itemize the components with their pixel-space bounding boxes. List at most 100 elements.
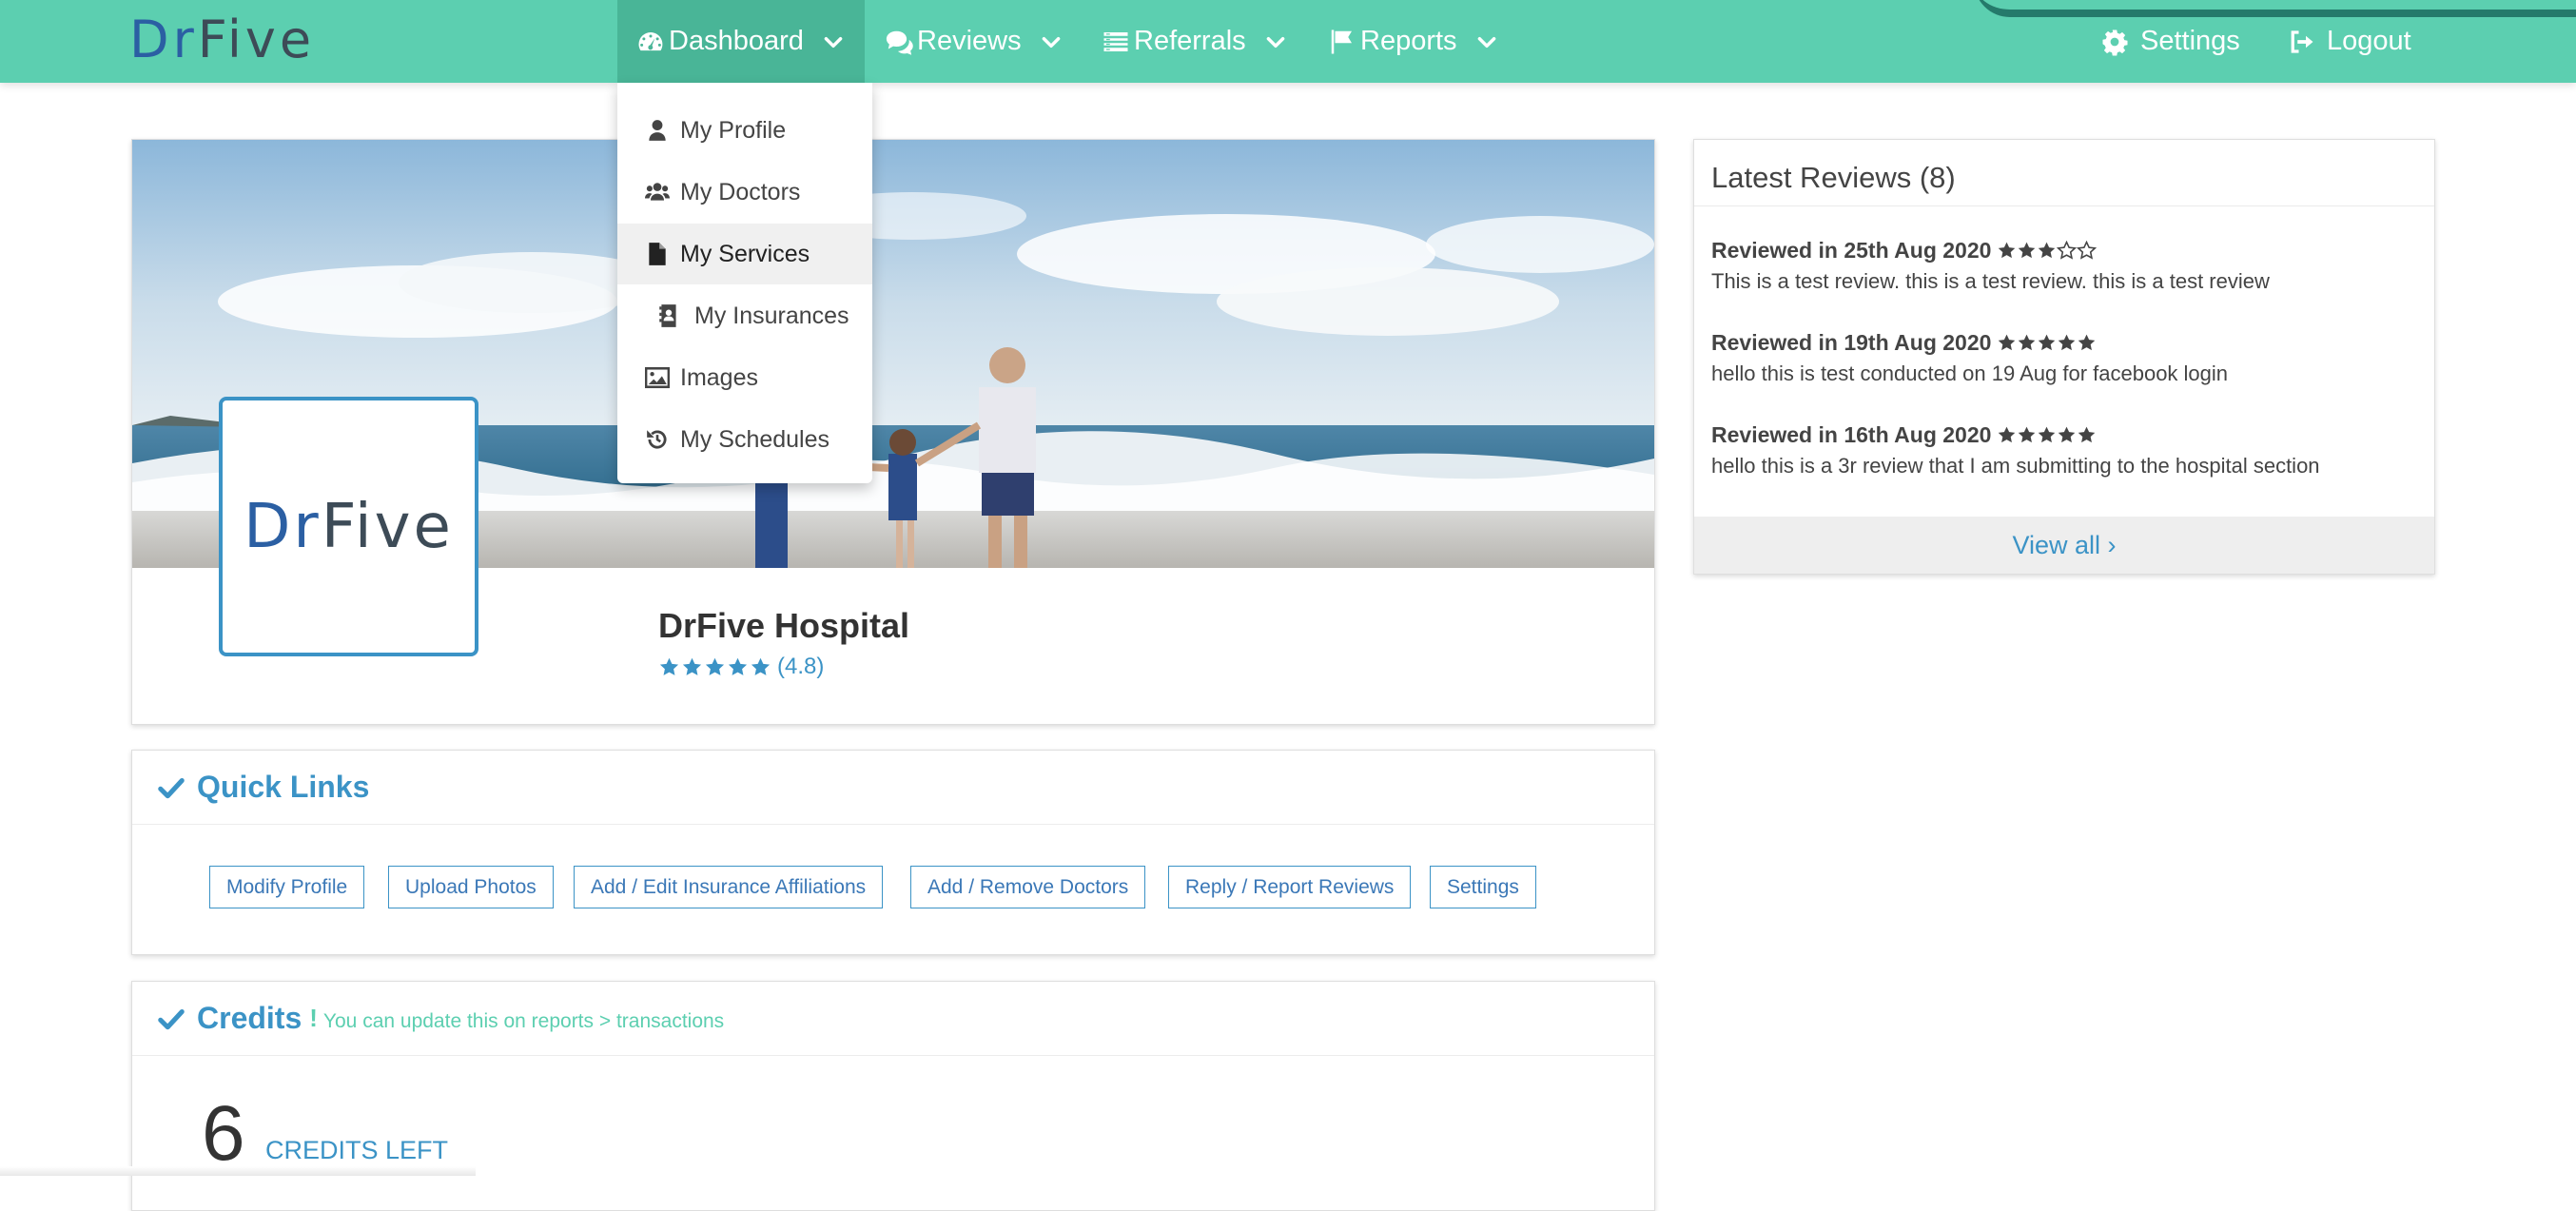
dashboard-icon bbox=[636, 28, 665, 56]
menu-item-my-profile[interactable]: My Profile bbox=[617, 100, 872, 161]
settings-button[interactable]: Settings bbox=[1430, 866, 1536, 908]
edit-insurance-affiliations-button[interactable]: Add / Edit Insurance Affiliations bbox=[574, 866, 884, 908]
review-stars bbox=[1997, 333, 2097, 353]
quick-links-title: Quick Links bbox=[197, 770, 370, 804]
chevron-down-icon bbox=[1039, 29, 1064, 54]
check-icon bbox=[157, 1005, 185, 1033]
credits-exclamation: ! bbox=[309, 1004, 318, 1032]
star-filled-icon bbox=[2059, 426, 2076, 443]
quick-links-card: Quick Links Modify Profile Upload Photos… bbox=[131, 750, 1655, 955]
quick-links-header: Quick Links bbox=[132, 751, 1654, 825]
star-filled-icon bbox=[682, 657, 702, 675]
star-filled-icon bbox=[2039, 242, 2056, 259]
credits-label: CREDITS LEFT bbox=[265, 1136, 449, 1164]
users-icon bbox=[645, 180, 670, 205]
review-heading: Reviewed in 16th Aug 2020 bbox=[1711, 422, 1992, 447]
chevron-down-icon bbox=[1474, 29, 1499, 54]
list-icon bbox=[1102, 28, 1130, 56]
review-heading: Reviewed in 19th Aug 2020 bbox=[1711, 330, 1992, 355]
star-filled-icon bbox=[2078, 334, 2096, 351]
dashboard-dropdown-menu: My Profile My Doctors My Services My Ins… bbox=[617, 83, 872, 483]
review-text: hello this is a 3r review that I am subm… bbox=[1711, 454, 2320, 478]
star-filled-icon bbox=[751, 657, 771, 675]
profile-rating: (4.8) bbox=[658, 654, 824, 680]
menu-item-label: My Services bbox=[680, 240, 810, 267]
menu-item-label: Images bbox=[680, 363, 758, 391]
latest-reviews-title: Latest Reviews (8) bbox=[1711, 161, 1956, 194]
review-item[interactable]: Reviewed in 19th Aug 2020 hello this is … bbox=[1711, 330, 2228, 386]
star-filled-icon bbox=[705, 657, 725, 675]
nav-reports[interactable]: Reports bbox=[1328, 0, 1499, 83]
review-stars bbox=[1997, 241, 2098, 261]
scroll-shadow bbox=[0, 1166, 476, 1176]
insurance-icon bbox=[656, 303, 681, 328]
menu-item-label: My Schedules bbox=[680, 425, 830, 453]
nav-reviews[interactable]: Reviews bbox=[885, 0, 1064, 83]
chevron-down-icon bbox=[1263, 29, 1288, 54]
nav-reports-label: Reports bbox=[1360, 26, 1457, 56]
divider bbox=[1694, 205, 2434, 206]
nav-settings-label: Settings bbox=[2140, 26, 2240, 56]
star-filled-icon bbox=[2059, 334, 2076, 351]
rating-stars bbox=[658, 656, 771, 678]
review-text: hello this is test conducted on 19 Aug f… bbox=[1711, 361, 2229, 385]
star-empty-icon bbox=[2077, 241, 2098, 260]
menu-item-label: My Insurances bbox=[694, 302, 849, 329]
flag-icon bbox=[1328, 28, 1356, 56]
nav-referrals-label: Referrals bbox=[1134, 26, 1246, 56]
gear-icon bbox=[2100, 28, 2129, 56]
file-icon bbox=[645, 242, 670, 266]
review-item[interactable]: Reviewed in 25th Aug 2020 This is a test… bbox=[1711, 238, 2270, 294]
review-heading: Reviewed in 25th Aug 2020 bbox=[1711, 238, 1992, 263]
credits-header: Credits ! You can update this on reports… bbox=[132, 982, 1654, 1056]
chevron-down-icon bbox=[821, 29, 846, 54]
review-text: This is a test review. this is a test re… bbox=[1711, 269, 2270, 293]
menu-item-images[interactable]: Images bbox=[617, 347, 872, 408]
comments-icon bbox=[885, 28, 913, 56]
nav-dashboard-label: Dashboard bbox=[669, 26, 804, 56]
nav-referrals[interactable]: Referrals bbox=[1102, 0, 1288, 83]
sign-out-icon bbox=[2287, 28, 2315, 56]
latest-reviews-card: Latest Reviews (8) Reviewed in 25th Aug … bbox=[1693, 139, 2435, 575]
credits-card: Credits ! You can update this on reports… bbox=[131, 981, 1655, 1211]
nav-decoration bbox=[1974, 0, 2576, 17]
star-filled-icon bbox=[2078, 426, 2096, 443]
user-icon bbox=[645, 118, 670, 143]
nav-dashboard[interactable]: Dashboard bbox=[617, 0, 865, 83]
star-filled-icon bbox=[659, 657, 679, 675]
nav-logout-label: Logout bbox=[2327, 26, 2411, 56]
star-filled-icon bbox=[728, 657, 748, 675]
profile-card: Dr Five DrFive Hospital (4.8) bbox=[131, 139, 1655, 725]
upload-photos-button[interactable]: Upload Photos bbox=[388, 866, 554, 908]
review-item[interactable]: Reviewed in 16th Aug 2020 hello this is … bbox=[1711, 422, 2320, 479]
modify-profile-button[interactable]: Modify Profile bbox=[209, 866, 365, 908]
star-filled-icon bbox=[1999, 242, 2016, 259]
menu-item-label: My Profile bbox=[680, 116, 787, 144]
review-stars bbox=[1997, 425, 2097, 445]
star-filled-icon bbox=[1999, 334, 2016, 351]
reply-report-reviews-button[interactable]: Reply / Report Reviews bbox=[1168, 866, 1412, 908]
credits-title: Credits bbox=[197, 1001, 302, 1035]
star-filled-icon bbox=[2019, 426, 2036, 443]
menu-item-label: My Doctors bbox=[680, 178, 801, 205]
profile-logo[interactable]: Dr Five bbox=[219, 397, 478, 656]
history-icon bbox=[645, 427, 670, 452]
app-logo[interactable]: DrFive bbox=[129, 10, 315, 70]
credits-note: You can update this on reports > transac… bbox=[322, 1009, 725, 1032]
menu-item-my-services[interactable]: My Services bbox=[617, 224, 872, 284]
menu-item-my-schedules[interactable]: My Schedules bbox=[617, 409, 872, 470]
credits-count: 6 bbox=[202, 1090, 245, 1177]
menu-item-my-insurances[interactable]: My Insurances bbox=[617, 285, 872, 346]
star-filled-icon bbox=[2039, 334, 2056, 351]
hospital-name: DrFive Hospital bbox=[658, 606, 910, 645]
nav-reviews-label: Reviews bbox=[917, 26, 1022, 56]
rating-value[interactable]: (4.8) bbox=[777, 654, 824, 680]
star-empty-icon bbox=[2057, 241, 2078, 260]
image-icon bbox=[645, 365, 670, 390]
add-remove-doctors-button[interactable]: Add / Remove Doctors bbox=[910, 866, 1146, 908]
star-filled-icon bbox=[2039, 426, 2056, 443]
star-filled-icon bbox=[2019, 242, 2036, 259]
check-icon bbox=[157, 773, 185, 802]
view-all-reviews-link[interactable]: View all › bbox=[1694, 517, 2434, 574]
menu-item-my-doctors[interactable]: My Doctors bbox=[617, 162, 872, 223]
